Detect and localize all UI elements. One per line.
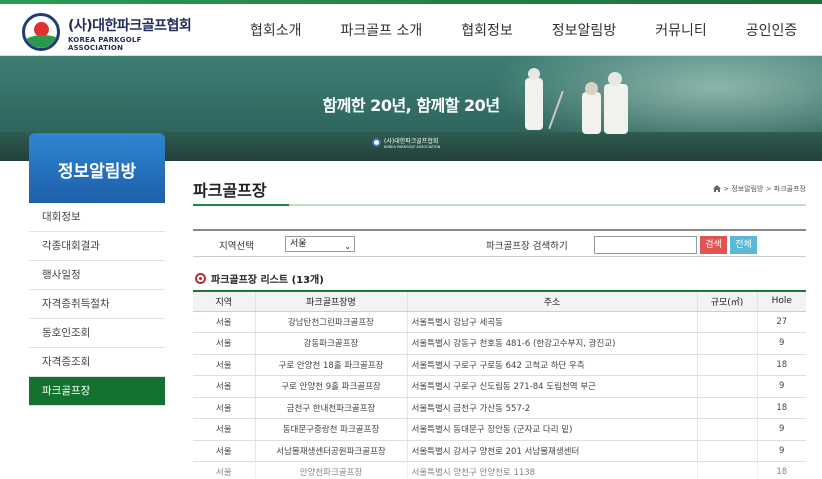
cell-hole: 27 <box>757 311 806 333</box>
cell-region: 서울 <box>193 440 256 462</box>
column-header-hole: Hole <box>757 290 806 312</box>
association-emblem-icon <box>372 137 381 147</box>
cell-size <box>697 418 758 441</box>
course-table: 지역 파크골프장명 주소 규모(㎡) Hole 서울 강남탄천그린파크골프장 서… <box>193 290 806 479</box>
table-row[interactable]: 서울 서남물재생센터공원파크골프장 서울특별시 강서구 양천로 201 서남물재… <box>193 440 806 462</box>
column-header-region: 지역 <box>193 290 256 312</box>
region-select[interactable]: 서울 ⌄ <box>285 236 355 252</box>
cell-hole: 9 <box>757 375 806 398</box>
table-row[interactable]: 서울 강남탄천그린파크골프장 서울특별시 강남구 세곡동 27 <box>193 311 806 333</box>
cell-region: 서울 <box>193 332 256 355</box>
breadcrumb-path: > 정보알림방 > 파크골프장 <box>723 185 806 193</box>
cell-size <box>697 397 758 419</box>
cell-address: 서울특별시 동대문구 장안동 (군자교 다리 밑) <box>407 418 698 441</box>
cell-address: 서울특별시 강남구 세곡동 <box>407 311 698 333</box>
cell-address: 서울특별시 강서구 양천로 201 서남물재생센터 <box>407 440 698 462</box>
sidebar-item-license-procedure[interactable]: 자격증취득절차 <box>29 290 165 319</box>
logo-emblem-icon <box>22 13 60 51</box>
cell-course-name[interactable]: 서남물재생센터공원파크골프장 <box>255 440 408 462</box>
cell-hole: 9 <box>757 440 806 462</box>
nav-notice-room[interactable]: 정보알림방 <box>552 20 616 40</box>
column-header-address: 주소 <box>407 290 698 312</box>
table-row[interactable]: 서울 구로 안양천 18홀 파크골프장 서울특별시 구로구 구로동 642 고척… <box>193 354 806 376</box>
course-search-label: 파크골프장 검색하기 <box>486 241 568 252</box>
cell-size <box>697 332 758 355</box>
cell-address: 서울특별시 금천구 가산동 557-2 <box>407 397 698 419</box>
cell-hole: 9 <box>757 332 806 355</box>
banner-logo-text: (사)대한파크골프협회 <box>384 137 439 145</box>
cell-address: 서울특별시 구로구 신도림동 271-84 도림천역 부근 <box>407 375 698 398</box>
column-header-size: 규모(㎡) <box>697 290 758 312</box>
banner-slogan: 함께한 20년, 함께할 20년 <box>322 96 500 115</box>
sidebar-item-competition-info[interactable]: 대회정보 <box>29 203 165 232</box>
cell-size <box>697 440 758 462</box>
cell-course-name[interactable]: 구로 안양천 18홀 파크골프장 <box>255 354 408 376</box>
cell-course-name[interactable]: 동대문구중랑천 파크골프장 <box>255 418 408 441</box>
cell-course-name[interactable]: 금천구 한내천파크골프장 <box>255 397 408 419</box>
list-heading: 파크골프장 리스트 (13개) <box>195 271 324 286</box>
cell-region: 서울 <box>193 311 256 333</box>
sidebar-title: 정보알림방 <box>29 133 165 203</box>
cell-region: 서울 <box>193 418 256 441</box>
search-bar: 지역선택 서울 ⌄ 파크골프장 검색하기 검색 전체 <box>193 229 806 257</box>
nav-community[interactable]: 커뮤니티 <box>655 20 707 40</box>
cell-region: 서울 <box>193 354 256 376</box>
cell-size <box>697 375 758 398</box>
cell-region: 서울 <box>193 375 256 398</box>
bullet-icon <box>195 273 206 284</box>
cell-size <box>697 354 758 376</box>
list-title-text: 파크골프장 리스트 (13개) <box>211 275 324 286</box>
home-icon[interactable] <box>713 185 722 192</box>
nav-certification[interactable]: 공인인증 <box>746 20 798 40</box>
table-row[interactable]: 서울 강동파크골프장 서울특별시 강동구 천호동 481-6 (한강고수부지, … <box>193 332 806 355</box>
table-header-row: 지역 파크골프장명 주소 규모(㎡) Hole <box>193 290 806 312</box>
nav-parkgolf-intro[interactable]: 파크골프 소개 <box>341 20 423 40</box>
sidebar-item-event-schedule[interactable]: 행사일정 <box>29 261 165 290</box>
breadcrumb: > 정보알림방 > 파크골프장 <box>713 184 806 194</box>
show-all-button[interactable]: 전체 <box>730 236 757 254</box>
banner-logo-subtext: KOREA PARKGOLF ASSOCIATION <box>384 144 441 149</box>
page-title: 파크골프장 <box>193 181 267 200</box>
nav-association-info[interactable]: 협회정보 <box>461 20 513 40</box>
table-row[interactable]: 서울 구로 안양천 9홀 파크골프장 서울특별시 구로구 신도림동 271-84… <box>193 375 806 398</box>
title-divider <box>193 204 806 206</box>
course-search-input[interactable] <box>594 236 697 254</box>
cell-hole: 18 <box>757 397 806 419</box>
sidebar-item-license-lookup[interactable]: 자격증조회 <box>29 348 165 377</box>
cell-hole: 9 <box>757 418 806 441</box>
cell-region: 서울 <box>193 397 256 419</box>
main-navigation: 협회소개 파크골프 소개 협회정보 정보알림방 커뮤니티 공인인증 <box>250 4 797 56</box>
logo-english-name: KOREA PARKGOLF ASSOCIATION <box>68 36 142 52</box>
cell-address: 서울특별시 강동구 천호동 481-6 (한강고수부지, 광진교) <box>407 332 698 355</box>
cell-course-name[interactable]: 강동파크골프장 <box>255 332 408 355</box>
cell-course-name[interactable]: 강남탄천그린파크골프장 <box>255 311 408 333</box>
cell-size <box>697 311 758 333</box>
sidebar-item-parkgolf-courses[interactable]: 파크골프장 <box>29 377 165 406</box>
table-row[interactable]: 서울 금천구 한내천파크골프장 서울특별시 금천구 가산동 557-2 18 <box>193 397 806 419</box>
cell-course-name[interactable]: 구로 안양천 9홀 파크골프장 <box>255 375 408 398</box>
site-logo[interactable]: (사)대한파크골프협회 KOREA PARKGOLF ASSOCIATION <box>22 11 192 52</box>
sidebar: 정보알림방 대회정보 각종대회결과 행사일정 자격증취득절차 동호인조회 자격증… <box>29 133 165 406</box>
logo-korean-name: (사)대한파크골프협회 <box>68 18 192 34</box>
banner-logo: (사)대한파크골프협회 KOREA PARKGOLF ASSOCIATION <box>372 136 441 149</box>
cell-hole: 18 <box>757 354 806 376</box>
table-row[interactable]: 서울 동대문구중랑천 파크골프장 서울특별시 동대문구 장안동 (군자교 다리 … <box>193 418 806 441</box>
sidebar-item-club-lookup[interactable]: 동호인조회 <box>29 319 165 348</box>
page-bottom-fade <box>0 462 822 479</box>
chevron-down-icon: ⌄ <box>344 242 351 251</box>
search-button[interactable]: 검색 <box>700 236 727 254</box>
region-select-label: 지역선택 <box>219 241 254 252</box>
sidebar-item-competition-results[interactable]: 각종대회결과 <box>29 232 165 261</box>
site-header: (사)대한파크골프협회 KOREA PARKGOLF ASSOCIATION 협… <box>0 4 822 56</box>
region-select-value: 서울 <box>290 239 307 249</box>
column-header-course-name: 파크골프장명 <box>255 290 408 312</box>
nav-about-association[interactable]: 협회소개 <box>250 20 302 40</box>
cell-address: 서울특별시 구로구 구로동 642 고척교 하단 우측 <box>407 354 698 376</box>
